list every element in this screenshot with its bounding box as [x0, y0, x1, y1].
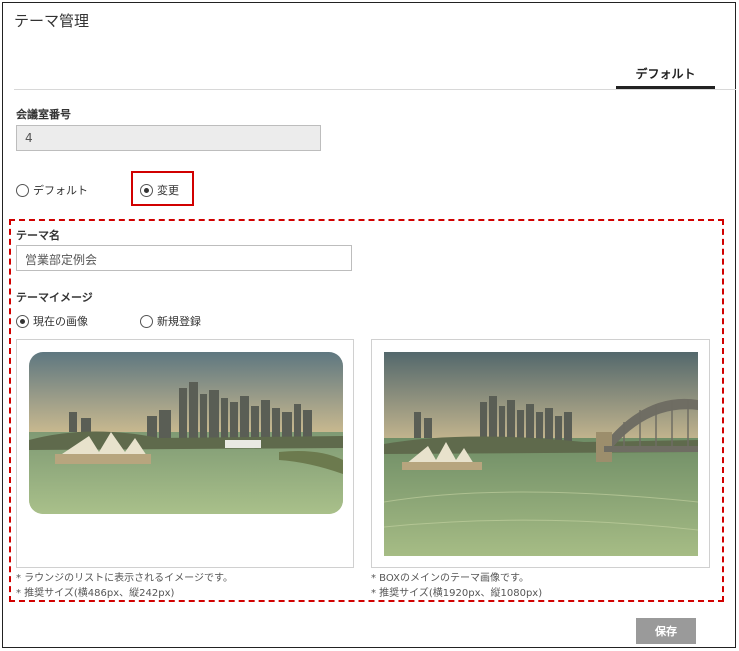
radio-unchecked-icon: [140, 314, 153, 328]
lounge-image-note: * ラウンジのリストに表示されるイメージです。: [16, 573, 233, 584]
lounge-theme-image[interactable]: [29, 352, 343, 514]
tab-default[interactable]: デフォルト: [616, 62, 715, 89]
theme-name-input[interactable]: 営業部定例会: [16, 245, 352, 271]
image-current-radio[interactable]: 現在の画像: [16, 313, 88, 329]
theme-name-label: テーマ名: [16, 229, 60, 242]
save-button[interactable]: 保存: [636, 618, 696, 644]
room-number-field: 4: [16, 125, 321, 151]
box-image-panel: [371, 339, 710, 568]
theme-mode-default-label: デフォルト: [33, 184, 88, 197]
image-current-label: 現在の画像: [33, 315, 88, 328]
change-option-highlight: [131, 171, 194, 206]
tab-divider: [14, 89, 736, 90]
room-number-label: 会議室番号: [16, 108, 71, 121]
page-title: テーマ管理: [14, 12, 90, 30]
lounge-image-panel: [16, 339, 354, 568]
radio-unchecked-icon: [16, 183, 29, 197]
theme-mode-default-radio[interactable]: デフォルト: [16, 182, 88, 198]
box-main-theme-image[interactable]: [384, 352, 698, 556]
theme-image-label: テーマイメージ: [16, 291, 93, 304]
lounge-image-size-note: * 推奨サイズ(横486px、縦242px): [16, 588, 175, 599]
box-image-size-note: * 推奨サイズ(横1920px、縦1080px): [371, 588, 543, 599]
radio-checked-icon: [16, 314, 29, 328]
image-new-radio[interactable]: 新規登録: [140, 313, 201, 329]
box-image-note: * BOXのメインのテーマ画像です。: [371, 573, 529, 584]
image-new-label: 新規登録: [157, 315, 201, 328]
